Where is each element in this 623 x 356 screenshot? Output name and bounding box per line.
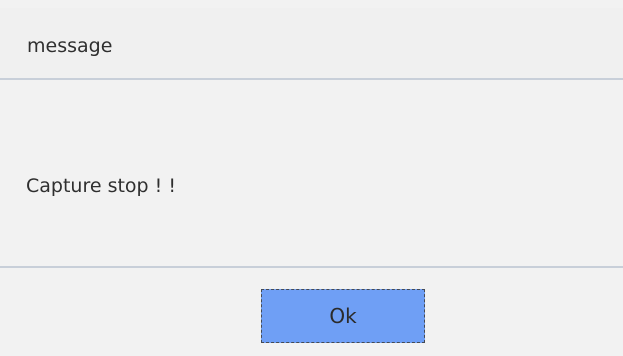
dialog-header: message bbox=[0, 8, 623, 80]
dialog-title: message bbox=[27, 35, 113, 57]
ok-button[interactable]: Ok bbox=[261, 289, 425, 343]
dialog-message: Capture stop ! ! bbox=[26, 175, 176, 197]
message-dialog: message Capture stop ! ! Ok bbox=[0, 0, 623, 356]
dialog-body: Capture stop ! ! bbox=[0, 80, 623, 268]
